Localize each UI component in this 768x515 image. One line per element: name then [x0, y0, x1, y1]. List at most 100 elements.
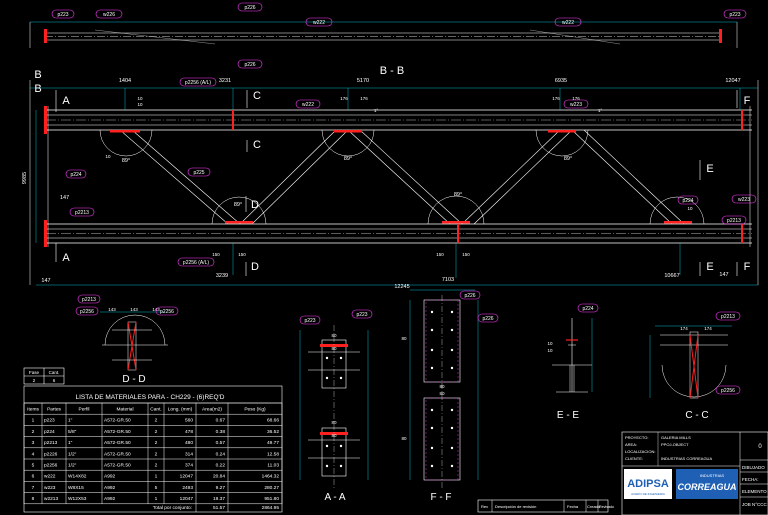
mat-cell-3-5: 314: [185, 451, 193, 457]
aa-tag-0: p223: [304, 318, 315, 324]
top-tag-4: p226: [244, 62, 255, 68]
angle-0: 89°: [122, 158, 130, 164]
adipsa-logo: ADIPSA ACERO DE INGENIERIA: [624, 469, 672, 499]
small-dim-1: 176: [360, 96, 368, 101]
mat-cell-4-0: 5: [32, 463, 35, 469]
small-dim-2: 176: [552, 96, 560, 101]
small-dim-3: 176: [572, 96, 580, 101]
ee-dim-0: 10: [547, 341, 553, 346]
revision-strip: Rev Descripción de revisión Fecha Creado…: [477, 499, 614, 513]
elev-tag-0: p2256 (A/L): [185, 80, 211, 86]
ee-dim-1: 10: [547, 348, 553, 353]
top-tag-2: p226: [244, 5, 255, 11]
correagua-logo-top: INDUSTRIAS: [700, 473, 725, 478]
dim-top-0: 1404: [119, 78, 131, 84]
section-mark-3: B: [34, 83, 41, 95]
tb-label-2: LOCALIZACION:: [625, 449, 655, 454]
mat-cell-7-5: 12047: [180, 496, 194, 502]
mat-total-area: 51.57: [213, 505, 225, 511]
mat-cell-5-5: 12047: [180, 474, 194, 480]
materials-table: LISTA DE MATERIALES PARA - CH229 - (6)RE…: [23, 385, 283, 513]
mat-cell-4-7: 11.03: [267, 463, 279, 469]
mat-total-weight: 2864.95: [262, 505, 280, 511]
mat-cell-0-3: A572-GR.50: [104, 418, 131, 424]
section-ff-label: F - F: [430, 492, 451, 503]
section-mark-1: A: [62, 252, 70, 264]
small-dim-0: 176: [340, 96, 348, 101]
elev-tag-2: p2213: [75, 210, 89, 216]
mat-cell-6-2: W8X15: [68, 485, 84, 491]
mat-cell-3-4: 2: [155, 451, 158, 457]
adipsa-logo-text: ADIPSA: [627, 478, 669, 490]
small-dim-9: 10: [137, 102, 143, 107]
mat-cell-3-3: A572-GR.50: [104, 451, 131, 457]
mat-cell-2-4: 2: [155, 440, 158, 446]
dim-left-2: 147: [41, 278, 50, 284]
section-f-f: [409, 289, 479, 488]
top-tag-3: w222: [313, 20, 325, 26]
tb-label-1: AREA:: [625, 442, 637, 447]
small-dim-12: 1°: [598, 108, 603, 113]
section-mark-8: E: [706, 163, 713, 175]
cc-tag-0: p2213: [721, 314, 735, 320]
elev-tag-5: w223: [570, 102, 582, 108]
mat-cell-6-5: 2493: [182, 485, 193, 491]
small-dim-11: 10: [687, 206, 693, 211]
mat-cell-4-3: A572-GR.50: [104, 463, 131, 469]
mat-cell-7-4: 1: [155, 496, 158, 502]
mat-cell-2-5: 480: [185, 440, 193, 446]
rev-header-1: Descripción de revisión: [495, 504, 536, 509]
mat-header-0: Items: [27, 407, 39, 413]
elev-tag-6: p225: [193, 170, 204, 176]
cc-dim-1: 174: [704, 326, 712, 331]
mat-cell-1-6: 0.38: [216, 429, 226, 435]
tb-label-0: PROYECTO:: [625, 435, 649, 440]
small-dim-7: 150: [462, 252, 470, 257]
mat-cell-1-4: 2: [155, 429, 158, 435]
mat-cell-4-2: 1/2": [68, 463, 77, 469]
ee-tag-0: p224: [582, 306, 593, 312]
dd-tag-1: p2256: [80, 309, 94, 315]
mat-cell-1-5: 478: [185, 429, 193, 435]
dim-bottom-3: 147: [719, 272, 728, 278]
mat-cell-2-6: 0.57: [216, 440, 226, 446]
angle-2: 89°: [564, 156, 572, 162]
mat-cell-6-0: 7: [32, 485, 35, 491]
rev-header-2: Fecha: [567, 504, 579, 509]
section-cc-label: C - C: [685, 410, 708, 421]
dim-bottom-1: 7103: [442, 277, 454, 283]
mat-cell-5-1: w222: [44, 474, 56, 480]
small-dim-5: 150: [238, 252, 246, 257]
elevation-title: B - B: [380, 65, 404, 77]
mat-cell-2-2: 1": [68, 440, 73, 446]
rev-header-4: Revisado: [599, 505, 614, 509]
title-block: PROYECTO: AREA: LOCALIZACION: CLIENTE: G…: [621, 431, 768, 515]
angle-3: 89°: [234, 202, 242, 208]
section-mark-2: B: [34, 69, 41, 81]
elev-tag-3: p2256 (A/L): [183, 260, 209, 266]
mat-cell-5-0: 6: [32, 474, 35, 480]
elev-tag-8: p224: [682, 198, 693, 204]
mat-cell-5-7: 1464.32: [262, 474, 280, 480]
correagua-logo: INDUSTRIAS CORREAGUA: [676, 469, 738, 499]
elev-tag-7: p2213: [727, 218, 741, 224]
dd-tag-0: p2213: [82, 297, 96, 303]
tb-value-3: INDUSTRIAS CORREAGUA: [661, 456, 712, 461]
mat-cell-0-2: 1": [68, 418, 73, 424]
main-elevation: [29, 80, 759, 286]
mat-header-1: Partes: [47, 407, 61, 413]
mat-header-2: Perfil: [79, 407, 90, 413]
mat-cell-5-3: A992: [104, 474, 116, 480]
section-mark-7: D: [251, 261, 259, 273]
mat-cell-6-3: A992: [104, 485, 116, 491]
elev-tag-9: w223: [738, 197, 750, 203]
aa-dim-1: 80: [331, 346, 337, 351]
dd-dim-1: 143: [130, 307, 138, 312]
mat-cell-2-3: A572-GR.50: [104, 440, 131, 446]
mat-header-4: Cant.: [150, 407, 161, 413]
mat-cell-1-1: p224: [44, 429, 55, 435]
aa-tag-1: p223: [356, 312, 367, 318]
dim-top-4: 12047: [725, 78, 740, 84]
section-mark-4: C: [253, 90, 261, 102]
dim-left-1: 147: [60, 195, 69, 201]
